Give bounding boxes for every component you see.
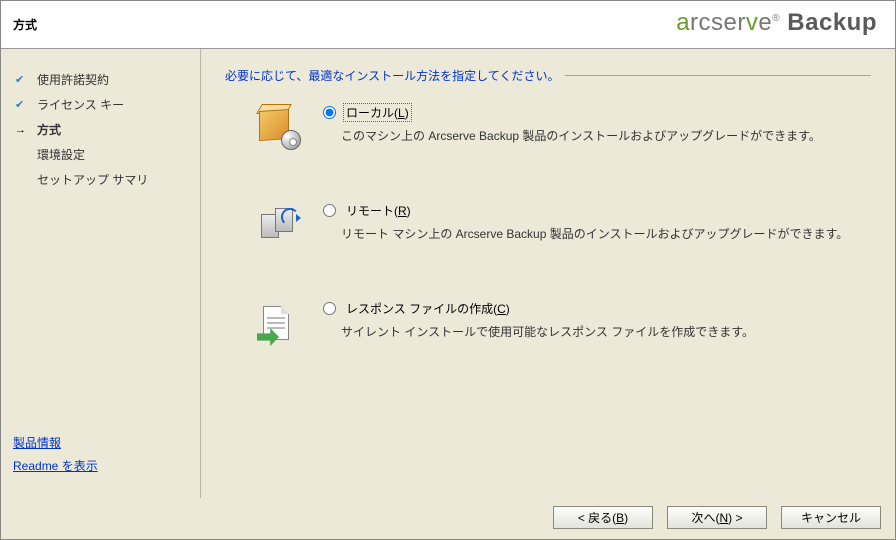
brand-logo: arcserve® Backup (676, 9, 877, 37)
document-export-icon (255, 300, 303, 348)
cancel-button[interactable]: キャンセル (781, 506, 881, 529)
option-response-label: レスポンス ファイルの作成(C) (344, 300, 512, 317)
nav-item-license-key: ✔ ライセンス キー (13, 92, 188, 117)
footer: < 戻る(B) 次へ(N) > キャンセル (1, 498, 895, 539)
install-options: ローカル(L) このマシン上の Arcserve Backup 製品のインストー… (225, 104, 871, 348)
body: ✔ 使用許諾契約 ✔ ライセンス キー → 方式 環境設定 セットアップ (1, 49, 895, 498)
check-icon: ✔ (15, 98, 29, 111)
option-local-label: ローカル(L) (344, 104, 411, 121)
option-local-radio-row[interactable]: ローカル(L) (323, 104, 871, 121)
sidebar: ✔ 使用許諾契約 ✔ ライセンス キー → 方式 環境設定 セットアップ (1, 49, 201, 498)
option-local-desc: このマシン上の Arcserve Backup 製品のインストールおよびアップグ… (323, 127, 871, 144)
instruction-row: 必要に応じて、最適なインストール方法を指定してください。 (225, 67, 871, 84)
nav-item-summary: セットアップ サマリ (13, 167, 188, 192)
option-remote-radio[interactable] (323, 204, 336, 217)
option-response-radio[interactable] (323, 302, 336, 315)
box-cd-icon (255, 104, 303, 152)
option-response-radio-row[interactable]: レスポンス ファイルの作成(C) (323, 300, 871, 317)
instruction-text: 必要に応じて、最適なインストール方法を指定してください。 (225, 67, 559, 84)
option-remote-label: リモート(R) (344, 202, 413, 219)
page-title: 方式 (1, 16, 37, 33)
header: 方式 arcserve® Backup (1, 1, 895, 49)
nav-label: 使用許諾契約 (37, 71, 109, 88)
wizard-nav: ✔ 使用許諾契約 ✔ ライセンス キー → 方式 環境設定 セットアップ (13, 67, 188, 434)
back-button[interactable]: < 戻る(B) (553, 506, 653, 529)
check-icon: ✔ (15, 73, 29, 86)
installer-window: 方式 arcserve® Backup ✔ 使用許諾契約 ✔ ライセンス キー … (0, 0, 896, 540)
sidebar-links: 製品情報 Readme を表示 (13, 434, 188, 480)
servers-sync-icon (255, 202, 303, 250)
nav-label: セットアップ サマリ (37, 171, 148, 188)
option-response-desc: サイレント インストールで使用可能なレスポンス ファイルを作成できます。 (323, 323, 871, 340)
readme-link[interactable]: Readme を表示 (13, 457, 188, 474)
next-button[interactable]: 次へ(N) > (667, 506, 767, 529)
option-remote-desc: リモート マシン上の Arcserve Backup 製品のインストールおよびア… (323, 225, 871, 242)
main-panel: 必要に応じて、最適なインストール方法を指定してください。 (201, 49, 895, 498)
option-remote-radio-row[interactable]: リモート(R) (323, 202, 871, 219)
nav-label: ライセンス キー (37, 96, 124, 113)
nav-item-configuration: 環境設定 (13, 142, 188, 167)
product-info-link[interactable]: 製品情報 (13, 434, 188, 451)
nav-label: 環境設定 (37, 146, 85, 163)
option-remote: リモート(R) リモート マシン上の Arcserve Backup 製品のイン… (255, 202, 871, 250)
nav-label: 方式 (37, 121, 61, 138)
divider (565, 75, 871, 76)
nav-item-license-agreement: ✔ 使用許諾契約 (13, 67, 188, 92)
option-local-radio[interactable] (323, 106, 336, 119)
option-local: ローカル(L) このマシン上の Arcserve Backup 製品のインストー… (255, 104, 871, 152)
arrow-right-icon: → (15, 124, 29, 136)
nav-item-method: → 方式 (13, 117, 188, 142)
option-response-file: レスポンス ファイルの作成(C) サイレント インストールで使用可能なレスポンス… (255, 300, 871, 348)
